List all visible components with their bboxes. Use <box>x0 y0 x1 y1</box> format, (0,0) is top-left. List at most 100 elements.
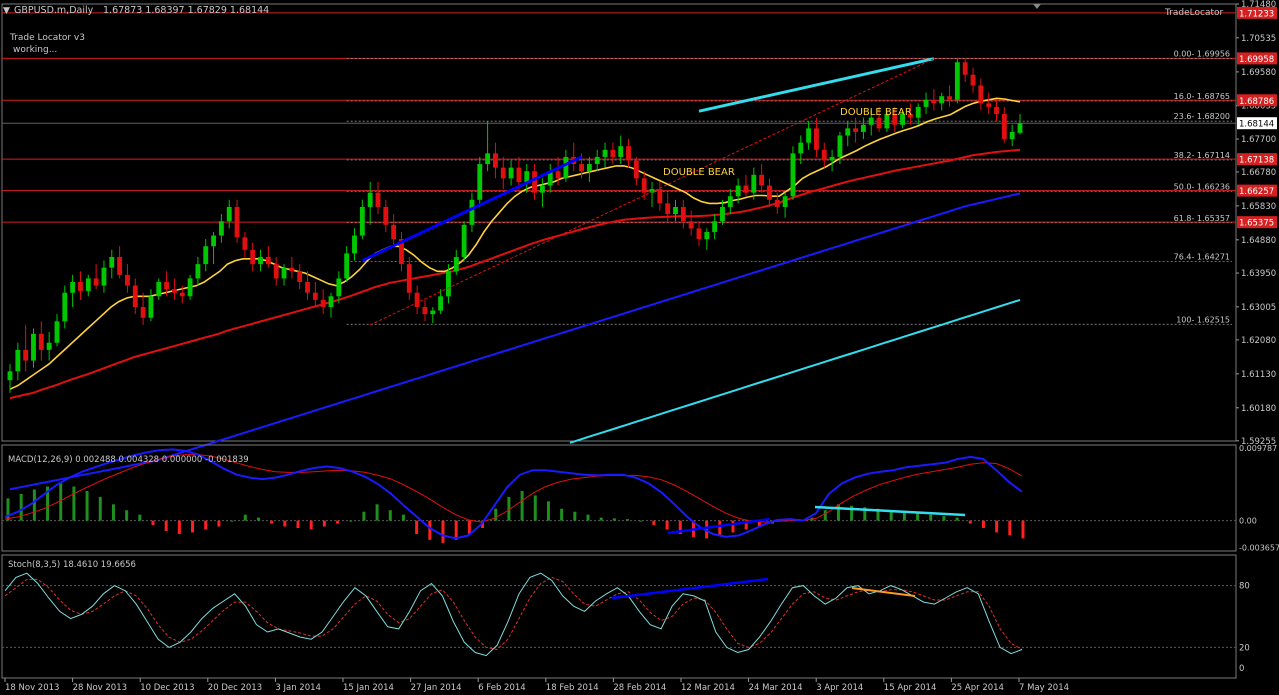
candle-body[interactable] <box>164 281 170 290</box>
candle-body[interactable] <box>806 128 812 143</box>
candle-body[interactable] <box>532 171 538 193</box>
candle-body[interactable] <box>814 128 819 150</box>
candle-body[interactable] <box>125 274 130 286</box>
candle-body[interactable] <box>93 278 99 286</box>
candle-body[interactable] <box>7 371 13 381</box>
candle-body[interactable] <box>970 74 976 86</box>
candle-body[interactable] <box>461 224 467 257</box>
candle-body[interactable] <box>539 185 545 193</box>
candle-body[interactable] <box>234 206 240 238</box>
candle-body[interactable] <box>555 171 561 179</box>
symbol-dropdown-icon[interactable]: ▼ <box>3 6 10 16</box>
candle-body[interactable] <box>211 235 216 247</box>
candle-body[interactable] <box>156 281 162 297</box>
candle-body[interactable] <box>469 199 475 225</box>
candle-body[interactable] <box>782 196 788 207</box>
candle-body[interactable] <box>352 235 357 254</box>
candle-body[interactable] <box>673 206 678 215</box>
candle-body[interactable] <box>477 164 483 200</box>
candle-body[interactable] <box>446 271 451 297</box>
candle-body[interactable] <box>923 99 929 107</box>
candle-body[interactable] <box>320 299 326 308</box>
candle-body[interactable] <box>171 289 177 293</box>
candle-body[interactable] <box>109 256 115 268</box>
candle-body[interactable] <box>594 156 600 165</box>
candle-body[interactable] <box>641 178 647 193</box>
candle-body[interactable] <box>931 99 937 104</box>
candle-body[interactable] <box>704 231 710 240</box>
candle-body[interactable] <box>383 206 389 225</box>
candle-body[interactable] <box>23 349 29 361</box>
candle-body[interactable] <box>500 167 506 179</box>
candle-body[interactable] <box>242 237 248 250</box>
candle-body[interactable] <box>203 246 209 265</box>
candle-body[interactable] <box>297 271 303 282</box>
candle-body[interactable] <box>821 149 827 161</box>
candle-body[interactable] <box>602 149 608 157</box>
candle-body[interactable] <box>1017 123 1023 133</box>
candle-body[interactable] <box>947 96 952 100</box>
candle-body[interactable] <box>367 192 373 207</box>
chart-canvas[interactable]: 1.714801.705351.695801.686351.677001.667… <box>0 0 1279 695</box>
candle-body[interactable] <box>312 292 318 300</box>
candle-body[interactable] <box>15 349 21 372</box>
candle-body[interactable] <box>414 292 420 308</box>
candle-body[interactable] <box>994 106 999 115</box>
candle-body[interactable] <box>853 128 859 132</box>
candle-body[interactable] <box>680 206 686 222</box>
candle-body[interactable] <box>915 106 921 118</box>
candle-body[interactable] <box>1009 131 1015 140</box>
candle-body[interactable] <box>876 117 882 129</box>
candle-body[interactable] <box>492 153 498 168</box>
candle-body[interactable] <box>657 189 663 204</box>
candle-body[interactable] <box>78 281 83 291</box>
candle-body[interactable] <box>54 321 60 343</box>
candle-body[interactable] <box>633 160 639 179</box>
candle-body[interactable] <box>406 264 412 293</box>
candle-body[interactable] <box>665 203 671 215</box>
candle-body[interactable] <box>140 307 146 318</box>
candle-body[interactable] <box>759 174 765 186</box>
candle-body[interactable] <box>508 167 514 179</box>
candle-body[interactable] <box>1001 114 1007 140</box>
candle-body[interactable] <box>391 224 397 240</box>
candle-body[interactable] <box>696 228 702 240</box>
candle-body[interactable] <box>618 146 624 157</box>
candle-body[interactable] <box>720 206 725 222</box>
candle-body[interactable] <box>516 167 522 182</box>
candle-body[interactable] <box>453 256 459 272</box>
candle-body[interactable] <box>187 278 193 297</box>
candle-body[interactable] <box>273 264 279 279</box>
candle-body[interactable] <box>195 264 201 279</box>
candle-body[interactable] <box>438 296 444 311</box>
candle-body[interactable] <box>250 249 256 265</box>
candle-body[interactable] <box>485 153 491 165</box>
candle-body[interactable] <box>336 278 342 297</box>
candle-body[interactable] <box>962 62 968 75</box>
candle-body[interactable] <box>743 185 749 193</box>
candle-body[interactable] <box>978 85 984 104</box>
candle-body[interactable] <box>218 221 224 236</box>
candle-body[interactable] <box>727 196 733 207</box>
candle-body[interactable] <box>845 128 851 136</box>
candle-body[interactable] <box>31 333 36 361</box>
candle-body[interactable] <box>148 296 154 318</box>
candle-body[interactable] <box>954 62 960 100</box>
candle-body[interactable] <box>751 174 757 193</box>
candle-body[interactable] <box>939 96 945 104</box>
candle-body[interactable] <box>422 307 428 315</box>
candle-body[interactable] <box>265 256 271 265</box>
candle-body[interactable] <box>328 296 334 308</box>
candle-body[interactable] <box>868 117 874 125</box>
candle-body[interactable] <box>281 267 287 279</box>
candle-body[interactable] <box>132 285 138 308</box>
candle-body[interactable] <box>712 221 718 232</box>
candle-body[interactable] <box>767 185 772 200</box>
candle-body[interactable] <box>305 281 310 293</box>
candle-body[interactable] <box>117 256 123 275</box>
candle-body[interactable] <box>70 281 76 293</box>
candle-body[interactable] <box>226 206 232 222</box>
candle-body[interactable] <box>735 185 741 197</box>
candle-body[interactable] <box>344 253 350 279</box>
candle-body[interactable] <box>359 206 365 236</box>
